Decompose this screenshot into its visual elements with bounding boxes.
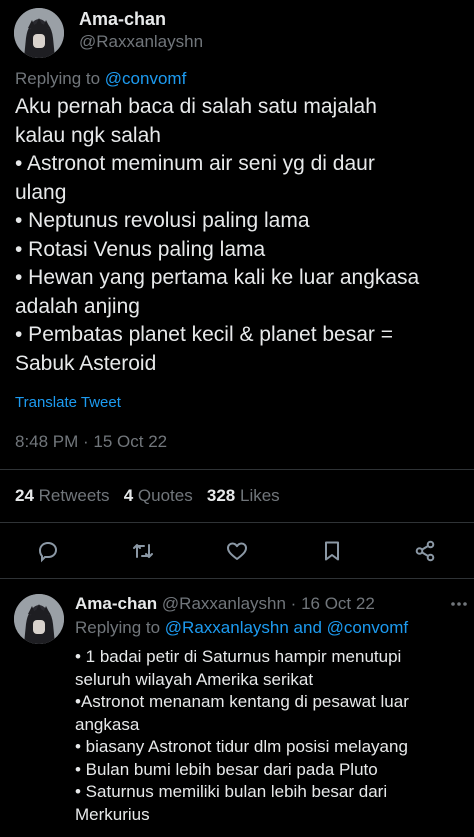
replying-to-link[interactable]: @convomf xyxy=(105,69,187,88)
avatar[interactable] xyxy=(14,594,64,644)
retweet-icon xyxy=(133,544,153,558)
like-button[interactable] xyxy=(222,536,252,566)
reply-icon xyxy=(38,541,58,563)
tweet-line: adalah anjing xyxy=(15,294,140,318)
reply-line: • Bulan bumi lebih besar dari pada Pluto xyxy=(75,759,378,779)
more-options-button[interactable] xyxy=(444,589,474,619)
reply-line: seluruh wilayah Amerika serikat xyxy=(75,669,314,689)
retweets-count: 24 xyxy=(15,486,34,505)
quotes-count: 4 xyxy=(123,486,134,505)
tweet-line: • Neptunus revolusi paling lama xyxy=(15,209,310,232)
replying-to-line: Replying to @Raxxanlayshn and @convomf xyxy=(75,618,408,638)
quotes-stat[interactable]: 4 Quotes xyxy=(124,486,193,505)
divider xyxy=(0,578,474,579)
reply-line: •Astronot menanam kentang di pesawat lua… xyxy=(75,692,409,711)
timestamp[interactable]: 8:48 PM · 15 Oct 22 xyxy=(15,432,167,452)
reply-header: Ama-chan @Raxxanlayshn · 16 Oct 22 xyxy=(75,594,375,614)
tweet-line: ulang xyxy=(15,180,67,204)
retweet-button[interactable] xyxy=(128,536,158,566)
divider xyxy=(0,469,474,470)
tweet-line: • Rotasi Venus paling lama xyxy=(15,237,266,261)
share-icon xyxy=(415,540,435,562)
tweet-line: • Pembatas planet kecil & planet besar = xyxy=(15,323,393,346)
handle[interactable]: @Raxxanlayshn xyxy=(79,32,203,52)
reply-line: angkasa xyxy=(75,714,140,734)
divider xyxy=(0,522,474,523)
tweet-line: kalau ngk salah xyxy=(15,123,161,147)
quotes-label: Quotes xyxy=(137,486,193,505)
bookmark-icon xyxy=(325,541,339,561)
likes-stat[interactable]: 328 Likes xyxy=(207,486,280,505)
reply-text: • 1 badai petir di Saturnus hampir menut… xyxy=(75,646,409,826)
tweet-line: Aku pernah baca di salah satu majalah xyxy=(15,95,377,118)
tweet-line: • Astronot meminum air seni yg di daur xyxy=(15,152,375,175)
likes-count: 328 xyxy=(206,486,236,505)
reply-line: Merkurius xyxy=(75,804,150,824)
tweet-line: Sabuk Asteroid xyxy=(15,351,157,375)
handle-and-date[interactable]: @Raxxanlayshn · 16 Oct 22 xyxy=(162,594,375,613)
likes-label: Likes xyxy=(240,486,280,505)
reply-line: • Saturnus memiliki bulan lebih besar da… xyxy=(75,782,388,801)
tweet-line: • Hewan yang pertama kali ke luar angkas… xyxy=(15,266,420,289)
reply-line: • 1 badai petir di Saturnus hampir menut… xyxy=(75,647,402,666)
reply-button[interactable] xyxy=(33,536,63,566)
replying-to-link[interactable]: @Raxxanlayshn and @convomf xyxy=(165,618,408,637)
retweets-label: Retweets xyxy=(38,486,110,505)
replying-prefix: Replying to xyxy=(75,618,161,637)
replying-prefix: Replying to xyxy=(15,69,101,88)
translate-tweet-link[interactable]: Translate Tweet xyxy=(15,394,121,411)
more-icon xyxy=(451,602,467,606)
like-icon xyxy=(227,542,247,560)
share-button[interactable] xyxy=(410,536,440,566)
display-name[interactable]: Ama-chan xyxy=(75,594,157,613)
avatar[interactable] xyxy=(14,8,64,58)
replying-to-line: Replying to @convomf xyxy=(15,69,186,89)
display-name[interactable]: Ama-chan xyxy=(79,9,166,30)
tweet-text: Aku pernah baca di salah satu majalah ka… xyxy=(15,93,419,378)
reply-line: • biasany Astronot tidur dlm posisi mela… xyxy=(75,737,408,756)
tweet-stats: 24 Retweets 4 Quotes 328 Likes xyxy=(15,486,280,506)
bookmark-button[interactable] xyxy=(317,536,347,566)
retweets-stat[interactable]: 24 Retweets xyxy=(15,486,110,505)
